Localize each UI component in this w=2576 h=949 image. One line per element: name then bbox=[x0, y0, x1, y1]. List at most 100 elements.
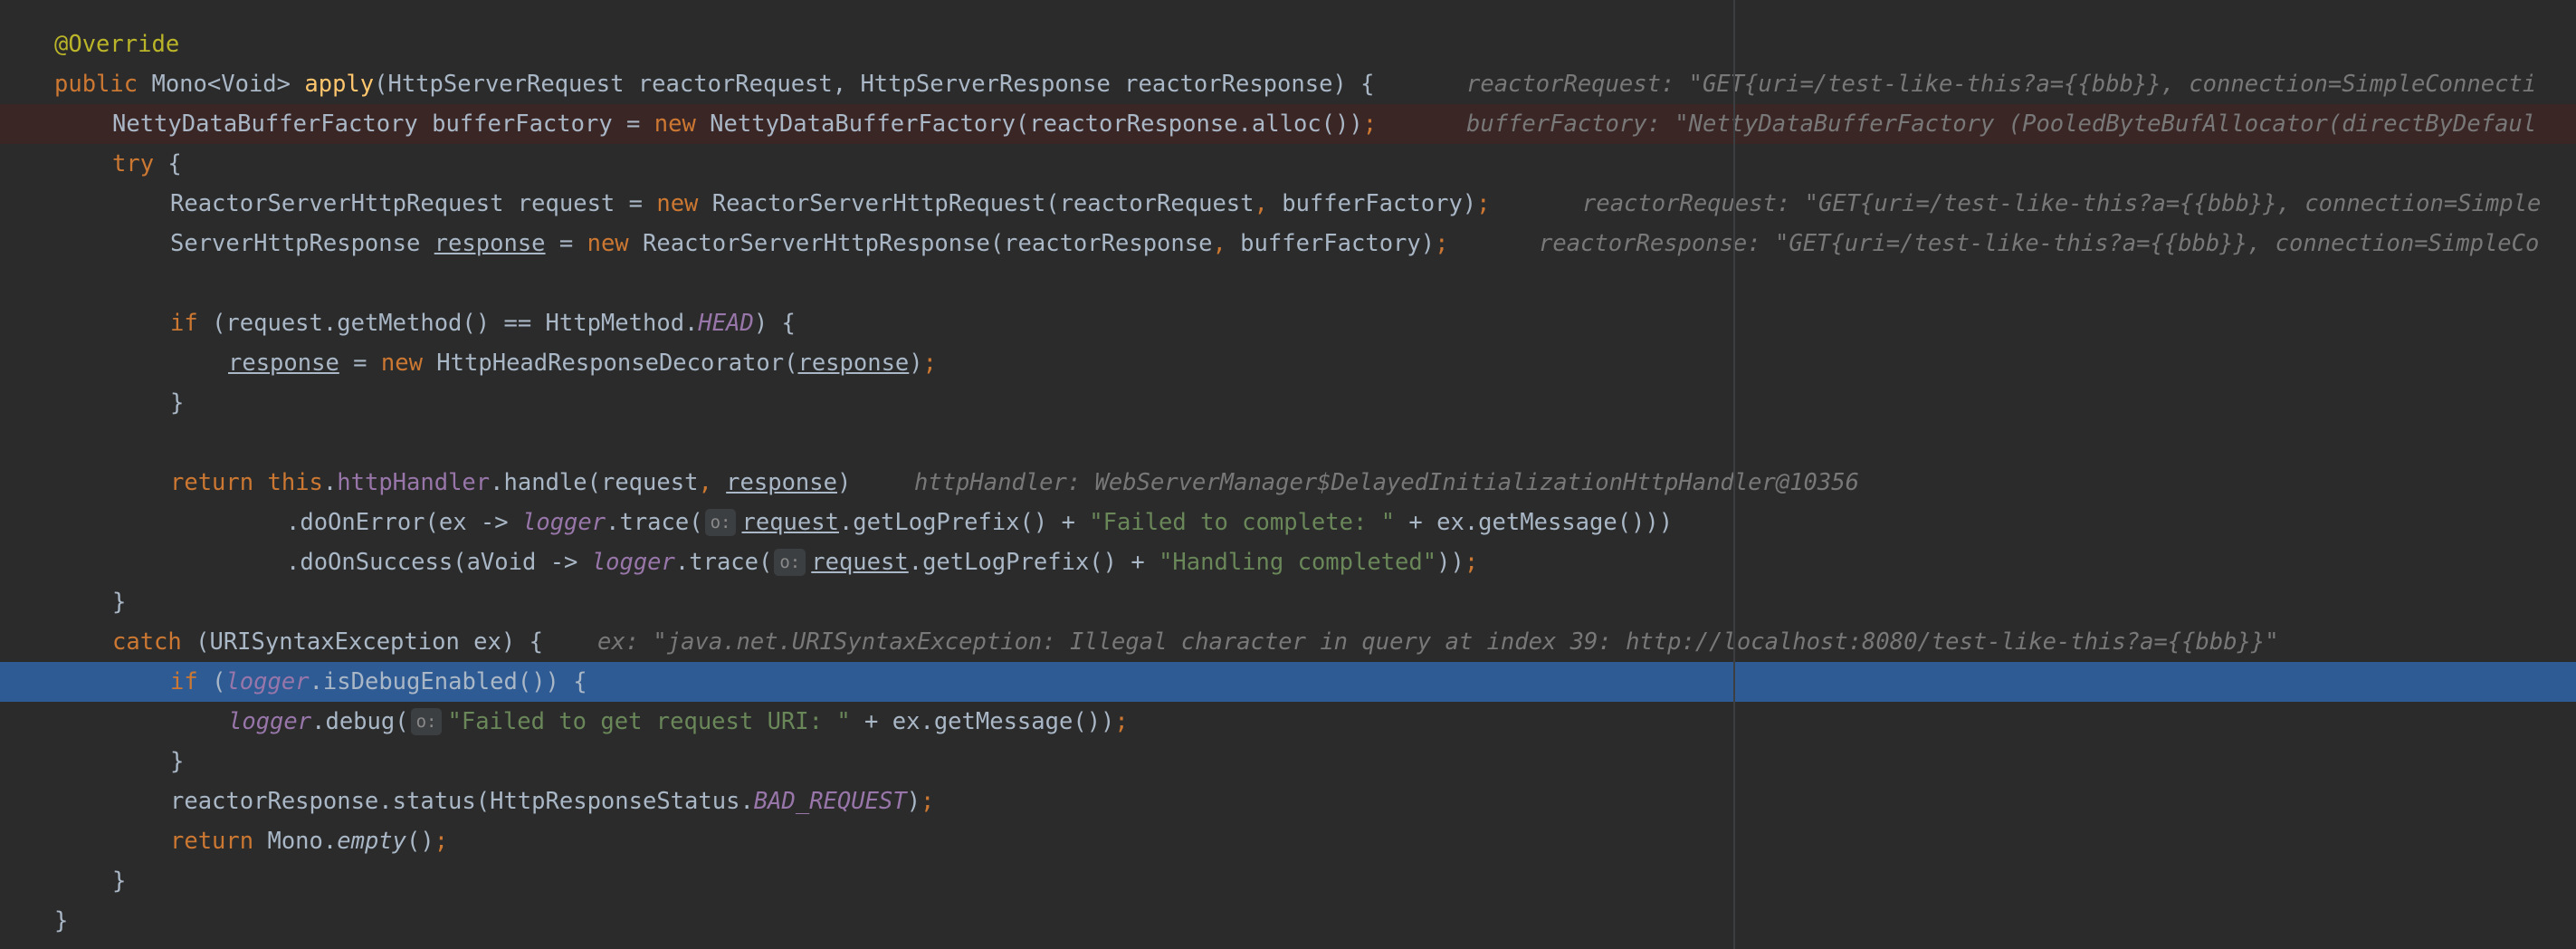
code-token: } bbox=[170, 748, 185, 775]
keyword-token: this bbox=[267, 469, 323, 496]
reassigned-variable-token: request bbox=[811, 549, 909, 576]
static-field-token: BAD_REQUEST bbox=[753, 788, 907, 815]
code-line-20[interactable]: reactorResponse.status(HttpResponseStatu… bbox=[0, 781, 2576, 821]
code-token: ) bbox=[906, 788, 921, 815]
code-line-17-execution-point[interactable]: if (logger.isDebugEnabled()) { bbox=[0, 662, 2576, 702]
code-editor[interactable]: @Override public Mono<Void> apply(HttpSe… bbox=[0, 0, 2576, 949]
debug-inline-value: httpHandler: WebServerManager$DelayedIni… bbox=[914, 469, 1859, 496]
reassigned-variable-token: request bbox=[741, 509, 839, 536]
code-token: . bbox=[322, 469, 338, 496]
code-token: .trace( bbox=[674, 549, 773, 576]
code-line-12[interactable]: return this.httpHandler.handle(request, … bbox=[0, 463, 2576, 503]
code-line-10[interactable]: } bbox=[0, 383, 2576, 423]
debug-inline-value: reactorRequest: "GET{uri=/test-like-this… bbox=[1582, 190, 2542, 217]
punctuation-token: , bbox=[698, 469, 712, 496]
keyword-token: new bbox=[654, 110, 696, 138]
code-token: } bbox=[54, 907, 69, 935]
code-token: bufferFactory) bbox=[1267, 190, 1477, 217]
code-line-16[interactable]: catch (URISyntaxException ex) { ex: "jav… bbox=[0, 622, 2576, 662]
code-token: .doOnSuccess(aVoid -> bbox=[286, 549, 592, 576]
string-token: "Failed to complete: " bbox=[1089, 509, 1396, 536]
code-token: NettyDataBufferFactory bufferFactory = bbox=[112, 110, 654, 138]
reassigned-variable-token: response bbox=[434, 230, 546, 257]
punctuation-token: ; bbox=[1464, 549, 1479, 576]
code-token: + ex.getMessage())) bbox=[1395, 509, 1674, 536]
punctuation-token: ; bbox=[1476, 190, 1491, 217]
code-line-6[interactable]: ServerHttpResponse response = new Reacto… bbox=[0, 224, 2576, 264]
code-line-8[interactable]: if (request.getMethod() == HttpMethod.HE… bbox=[0, 303, 2576, 343]
code-line-14[interactable]: .doOnSuccess(aVoid -> logger.trace(o: req… bbox=[0, 542, 2576, 582]
code-token: = bbox=[545, 230, 587, 257]
punctuation-token: ; bbox=[921, 788, 935, 815]
punctuation-token: ; bbox=[1362, 110, 1378, 138]
keyword-token: return bbox=[170, 469, 254, 496]
code-token: (request.getMethod() == HttpMethod. bbox=[197, 310, 699, 337]
reassigned-variable-token: response bbox=[797, 350, 910, 377]
punctuation-token: ; bbox=[1114, 708, 1129, 735]
keyword-token: catch bbox=[112, 628, 182, 656]
code-line-21[interactable]: return Mono.empty(); bbox=[0, 821, 2576, 861]
code-line-1[interactable]: @Override bbox=[0, 24, 2576, 64]
code-token: } bbox=[112, 589, 127, 616]
code-line-13[interactable]: .doOnError(ex -> logger.trace(o: request.… bbox=[0, 503, 2576, 542]
punctuation-token: ; bbox=[434, 828, 449, 855]
code-token: .trace( bbox=[606, 509, 703, 536]
static-method-token: empty bbox=[337, 828, 407, 855]
static-field-token: logger bbox=[228, 708, 312, 735]
code-token: .handle(request bbox=[490, 469, 699, 496]
static-field-token: logger bbox=[522, 509, 606, 536]
debug-inline-value: bufferFactory: "NettyDataBufferFactory (… bbox=[1466, 110, 2537, 138]
debug-inline-value: ex: "java.net.URISyntaxException: Illega… bbox=[597, 628, 2279, 656]
keyword-token: new bbox=[380, 350, 423, 377]
code-token: .doOnError(ex -> bbox=[286, 509, 522, 536]
code-line-9[interactable]: response = new HttpHeadResponseDecorator… bbox=[0, 343, 2576, 383]
code-token: (HttpServerRequest reactorRequest, HttpS… bbox=[374, 71, 1375, 98]
code-token: { bbox=[154, 150, 182, 177]
code-token: HttpHeadResponseDecorator( bbox=[422, 350, 798, 377]
code-line-22[interactable]: } bbox=[0, 861, 2576, 901]
code-token: NettyDataBufferFactory(reactorResponse.a… bbox=[695, 110, 1363, 138]
code-token: Mono<Void> bbox=[138, 71, 305, 98]
code-token: ) { bbox=[753, 310, 796, 337]
code-token: = bbox=[339, 350, 381, 377]
code-line-2[interactable]: public Mono<Void> apply(HttpServerReques… bbox=[0, 64, 2576, 104]
keyword-token: new bbox=[587, 230, 629, 257]
code-line-3-breakpoint[interactable]: NettyDataBufferFactory bufferFactory = n… bbox=[0, 104, 2576, 144]
code-token: ) bbox=[909, 350, 923, 377]
method-name-token: apply bbox=[304, 71, 375, 98]
code-token: ) bbox=[837, 469, 852, 496]
punctuation-token: ; bbox=[1435, 230, 1449, 257]
code-token: () bbox=[406, 828, 434, 855]
punctuation-token: , bbox=[1212, 230, 1226, 257]
code-token: Mono. bbox=[253, 828, 338, 855]
keyword-token: try bbox=[112, 150, 155, 177]
code-line-15[interactable]: } bbox=[0, 582, 2576, 622]
code-token: reactorResponse.status(HttpResponseStatu… bbox=[170, 788, 754, 815]
code-token: ( bbox=[197, 668, 226, 695]
code-line-19[interactable]: } bbox=[0, 742, 2576, 781]
code-line-18[interactable]: logger.debug(o: "Failed to get request UR… bbox=[0, 702, 2576, 742]
debug-inline-value: reactorResponse: "GET{uri=/test-like-thi… bbox=[1539, 230, 2540, 257]
code-token: } bbox=[170, 389, 185, 417]
keyword-token: new bbox=[656, 190, 699, 217]
keyword-token: if bbox=[170, 668, 198, 695]
parameter-name-hint: o: bbox=[410, 708, 443, 735]
code-line-5[interactable]: ReactorServerHttpRequest request = new R… bbox=[0, 184, 2576, 224]
field-token: httpHandler bbox=[337, 469, 491, 496]
code-token: .getLogPrefix() + bbox=[838, 509, 1090, 536]
code-token: ReactorServerHttpResponse(reactorRespons… bbox=[628, 230, 1213, 257]
code-line-4[interactable]: try { bbox=[0, 144, 2576, 184]
static-field-token: HEAD bbox=[698, 310, 754, 337]
code-token: ReactorServerHttpRequest request = bbox=[170, 190, 657, 217]
reassigned-variable-token: response bbox=[726, 469, 837, 496]
code-token: (URISyntaxException ex) { bbox=[181, 628, 543, 656]
code-token: + ex.getMessage()) bbox=[850, 708, 1115, 735]
code-token: .getLogPrefix() + bbox=[908, 549, 1159, 576]
parameter-name-hint: o: bbox=[704, 509, 737, 536]
code-token: } bbox=[112, 868, 127, 895]
code-line-23[interactable]: } bbox=[0, 901, 2576, 941]
code-token: ServerHttpResponse bbox=[170, 230, 434, 257]
code-token: ReactorServerHttpRequest(reactorRequest bbox=[698, 190, 1255, 217]
